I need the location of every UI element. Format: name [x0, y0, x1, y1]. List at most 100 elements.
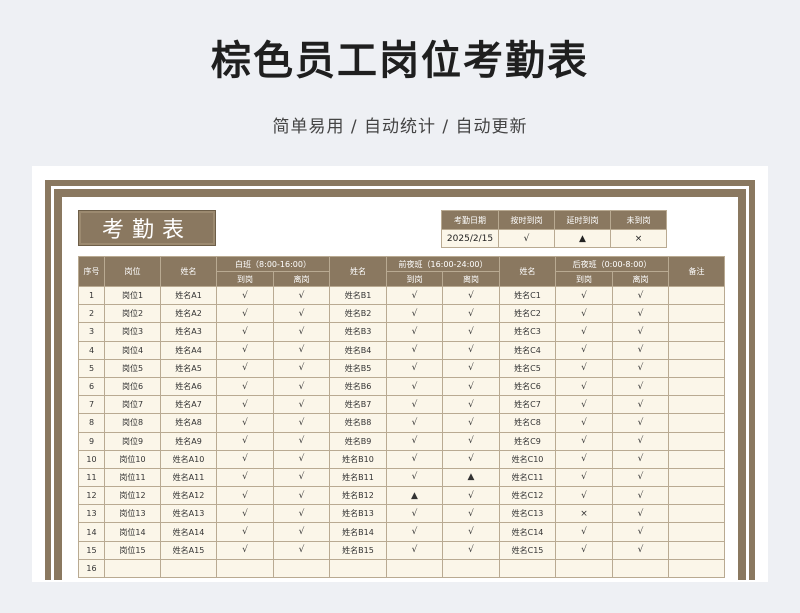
cell-evening-arrive[interactable]: √ [386, 413, 443, 433]
cell-day-arrive[interactable]: √ [216, 413, 274, 433]
cell-remark[interactable] [668, 395, 725, 415]
cell-night-arrive[interactable]: √ [555, 340, 613, 360]
cell-no[interactable]: 15 [78, 540, 105, 560]
cell-evening-arrive[interactable]: √ [386, 504, 443, 524]
cell-evening-arrive[interactable]: √ [386, 285, 443, 306]
cell-day-arrive[interactable]: √ [216, 431, 274, 451]
cell-name-c[interactable]: 姓名C15 [499, 540, 556, 560]
cell-name-c[interactable]: 姓名C9 [499, 431, 556, 451]
cell-name-c[interactable]: 姓名C3 [499, 322, 556, 342]
cell-name-a[interactable]: 姓名A5 [160, 358, 217, 378]
cell-day-leave[interactable]: √ [273, 340, 330, 360]
cell-night-leave[interactable]: √ [612, 413, 669, 433]
cell-evening-arrive[interactable]: ▲ [386, 486, 443, 506]
cell-remark[interactable] [668, 431, 725, 451]
cell-name-a[interactable]: 姓名A11 [160, 467, 217, 488]
cell-name-c[interactable]: 姓名C11 [499, 467, 556, 488]
cell-name-a[interactable]: 姓名A12 [160, 486, 217, 506]
cell-name-a[interactable]: 姓名A2 [160, 304, 217, 324]
cell-night-arrive[interactable]: √ [555, 431, 613, 451]
cell-name-a[interactable]: 姓名A6 [160, 376, 217, 397]
cell-name-b[interactable]: 姓名B14 [329, 522, 387, 542]
cell-name-c[interactable]: 姓名C7 [499, 395, 556, 415]
cell-no[interactable]: 12 [78, 486, 105, 506]
cell-day-leave[interactable]: √ [273, 449, 330, 469]
cell-no[interactable]: 1 [78, 285, 105, 306]
cell-name-c[interactable]: 姓名C5 [499, 358, 556, 378]
cell-name-b[interactable]: 姓名B2 [329, 304, 387, 324]
cell-remark[interactable] [668, 504, 725, 524]
cell-day-arrive[interactable]: √ [216, 486, 274, 506]
cell-evening-leave[interactable]: √ [442, 540, 500, 560]
cell-evening-leave[interactable] [442, 558, 500, 579]
cell-post[interactable]: 岗位8 [104, 413, 161, 433]
cell-no[interactable]: 16 [78, 558, 105, 579]
cell-name-b[interactable]: 姓名B15 [329, 540, 387, 560]
cell-name-b[interactable]: 姓名B10 [329, 449, 387, 469]
cell-day-leave[interactable]: √ [273, 376, 330, 397]
cell-no[interactable]: 13 [78, 504, 105, 524]
cell-name-a[interactable]: 姓名A9 [160, 431, 217, 451]
cell-night-leave[interactable]: √ [612, 358, 669, 378]
cell-name-a[interactable]: 姓名A15 [160, 540, 217, 560]
cell-name-a[interactable]: 姓名A1 [160, 285, 217, 306]
cell-evening-arrive[interactable]: √ [386, 449, 443, 469]
cell-day-arrive[interactable]: √ [216, 522, 274, 542]
cell-day-leave[interactable]: √ [273, 522, 330, 542]
cell-post[interactable]: 岗位12 [104, 486, 161, 506]
cell-name-a[interactable]: 姓名A8 [160, 413, 217, 433]
cell-name-c[interactable]: 姓名C14 [499, 522, 556, 542]
cell-night-leave[interactable]: √ [612, 431, 669, 451]
cell-remark[interactable] [668, 449, 725, 469]
cell-name-a[interactable]: 姓名A14 [160, 522, 217, 542]
cell-name-c[interactable]: 姓名C12 [499, 486, 556, 506]
cell-name-b[interactable]: 姓名B12 [329, 486, 387, 506]
cell-no[interactable]: 9 [78, 431, 105, 451]
cell-post[interactable]: 岗位9 [104, 431, 161, 451]
cell-day-arrive[interactable]: √ [216, 322, 274, 342]
cell-day-arrive[interactable]: √ [216, 285, 274, 306]
cell-evening-leave[interactable]: √ [442, 322, 500, 342]
cell-name-c[interactable]: 姓名C6 [499, 376, 556, 397]
cell-remark[interactable] [668, 558, 725, 579]
cell-remark[interactable] [668, 358, 725, 378]
cell-day-leave[interactable] [273, 558, 330, 579]
cell-evening-arrive[interactable]: √ [386, 376, 443, 397]
cell-remark[interactable] [668, 467, 725, 488]
cell-night-leave[interactable]: √ [612, 304, 669, 324]
cell-day-arrive[interactable]: √ [216, 358, 274, 378]
cell-remark[interactable] [668, 522, 725, 542]
cell-night-arrive[interactable]: √ [555, 322, 613, 342]
cell-evening-arrive[interactable] [386, 558, 443, 579]
cell-post[interactable]: 岗位3 [104, 322, 161, 342]
cell-night-arrive[interactable]: √ [555, 376, 613, 397]
cell-night-arrive[interactable]: √ [555, 358, 613, 378]
cell-post[interactable]: 岗位5 [104, 358, 161, 378]
cell-night-arrive[interactable]: √ [555, 449, 613, 469]
cell-night-leave[interactable]: √ [612, 467, 669, 488]
cell-no[interactable]: 4 [78, 340, 105, 360]
cell-evening-leave[interactable]: √ [442, 304, 500, 324]
cell-name-b[interactable]: 姓名B13 [329, 504, 387, 524]
cell-night-leave[interactable]: √ [612, 449, 669, 469]
cell-night-leave[interactable]: √ [612, 395, 669, 415]
cell-no[interactable]: 11 [78, 467, 105, 488]
cell-name-c[interactable]: 姓名C2 [499, 304, 556, 324]
cell-night-arrive[interactable]: √ [555, 486, 613, 506]
cell-night-arrive[interactable]: √ [555, 285, 613, 306]
cell-evening-arrive[interactable]: √ [386, 540, 443, 560]
cell-post[interactable]: 岗位7 [104, 395, 161, 415]
cell-night-arrive[interactable]: √ [555, 540, 613, 560]
cell-name-b[interactable] [329, 558, 387, 579]
cell-evening-leave[interactable]: √ [442, 340, 500, 360]
cell-evening-arrive[interactable]: √ [386, 304, 443, 324]
cell-name-a[interactable]: 姓名A13 [160, 504, 217, 524]
cell-name-c[interactable] [499, 558, 556, 579]
cell-evening-leave[interactable]: √ [442, 449, 500, 469]
cell-night-arrive[interactable]: √ [555, 304, 613, 324]
cell-day-arrive[interactable]: √ [216, 540, 274, 560]
cell-name-c[interactable]: 姓名C13 [499, 504, 556, 524]
cell-post[interactable] [104, 558, 161, 579]
cell-no[interactable]: 5 [78, 358, 105, 378]
cell-night-leave[interactable]: √ [612, 340, 669, 360]
